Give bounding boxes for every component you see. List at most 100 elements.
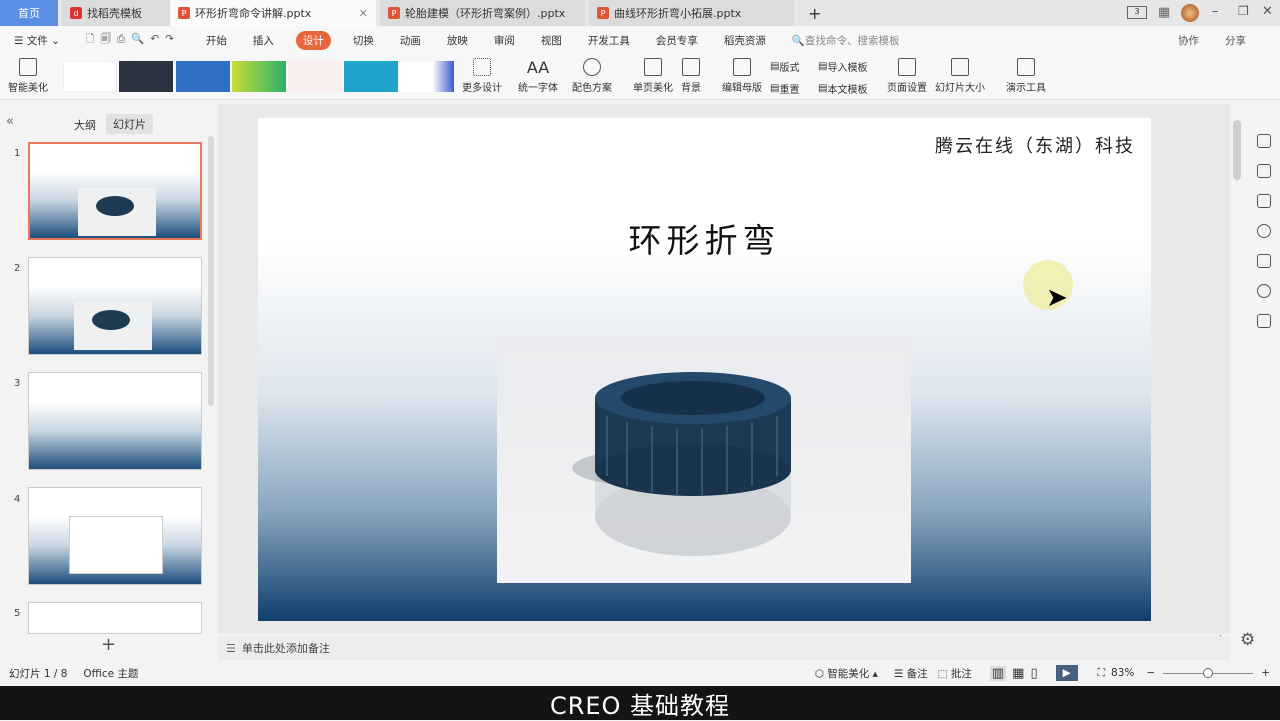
more-design-button[interactable]: 更多设计	[462, 58, 502, 94]
tab-label: 曲线环形折弯小拓展.pptx	[614, 7, 742, 20]
menu-member[interactable]: 会员专享	[652, 31, 702, 50]
image-icon[interactable]	[1257, 254, 1271, 268]
tab-doc-2[interactable]: P 轮胎建模（环形折弯案例）.pptx	[380, 0, 585, 26]
quick-access-icons[interactable]: 🗋🗐⎙🔍↶↷	[82, 29, 184, 51]
slide[interactable]: 腾云在线（东湖）科技 环形折弯 ➤	[258, 118, 1151, 621]
template-thumb[interactable]	[119, 61, 173, 92]
tab-active-doc[interactable]: P 环形折弯命令讲解.pptx ✕	[170, 0, 376, 26]
zoom-in-button[interactable]: +	[1261, 667, 1270, 679]
page-beautify-button[interactable]: 单页美化	[633, 58, 673, 94]
tab-label: 找稻壳模板	[87, 7, 142, 20]
search-input[interactable]: 🔍查找命令、搜索模板	[788, 31, 904, 50]
slide-thumb-4[interactable]	[28, 487, 202, 585]
collab-button[interactable]: 协作	[1174, 31, 1203, 50]
menu-animation[interactable]: 动画	[396, 31, 425, 50]
reset-button[interactable]: ▤ 重置	[770, 81, 799, 96]
normal-view-button[interactable]: ▥	[989, 665, 1007, 681]
color-scheme-button[interactable]: 配色方案	[572, 58, 612, 94]
share-button[interactable]: 分享	[1221, 31, 1250, 50]
settings-icon[interactable]	[1257, 134, 1271, 148]
comment-toggle[interactable]: ⬚ 批注	[938, 666, 972, 681]
template-thumb[interactable]	[344, 61, 398, 92]
notes-icon: ☰	[226, 641, 236, 655]
unify-font-button[interactable]: AA 统一字体	[518, 58, 558, 94]
minimize-button[interactable]: –	[1212, 4, 1219, 19]
zoom-slider[interactable]	[1163, 667, 1254, 678]
menu-review[interactable]: 审阅	[490, 31, 519, 50]
tab-template[interactable]: d 找稻壳模板	[62, 0, 170, 26]
tab-doc-3[interactable]: P 曲线环形折弯小拓展.pptx	[589, 0, 794, 26]
template-thumb[interactable]	[63, 61, 117, 92]
tire-image	[497, 336, 911, 583]
zoom-out-button[interactable]: −	[1146, 667, 1155, 679]
close-window-button[interactable]: ✕	[1262, 4, 1273, 19]
ppt-icon: P	[178, 7, 190, 19]
apps-icon[interactable]: ▦	[1158, 5, 1170, 20]
reading-view-button[interactable]: ▯	[1030, 666, 1037, 681]
menu-design[interactable]: 设计	[295, 30, 331, 50]
page-setup-button[interactable]: 页面设置	[887, 58, 927, 94]
smart-beautify-button[interactable]: 智能美化	[8, 58, 48, 94]
collapse-icon[interactable]: «	[6, 114, 14, 129]
help-icon[interactable]	[1257, 224, 1271, 238]
zoom-level[interactable]: 83%	[1111, 667, 1134, 679]
menu-docer[interactable]: 稻壳资源	[720, 31, 770, 50]
slide-thumb-2[interactable]	[28, 257, 202, 355]
text-template-button[interactable]: ▤ 本文模板	[818, 81, 867, 96]
template-thumb[interactable]	[232, 61, 286, 92]
slide-thumb-5[interactable]	[28, 602, 202, 634]
label: 单页美化	[633, 83, 673, 94]
background-button[interactable]: 背景	[681, 58, 701, 94]
play-button[interactable]: ▶	[1055, 665, 1078, 681]
tab-home[interactable]: 首页	[0, 0, 58, 26]
layout-button[interactable]: ▤ 版式	[770, 59, 799, 74]
menu-developer[interactable]: 开发工具	[584, 31, 634, 50]
label: 演示工具	[1006, 83, 1046, 94]
new-tab-button[interactable]: +	[800, 0, 821, 26]
notes-toggle[interactable]: ☰ 备注	[894, 666, 928, 681]
tab-label: 环形折弯命令讲解.pptx	[195, 7, 312, 20]
template-thumb[interactable]	[176, 61, 230, 92]
gear-icon[interactable]: ⚙	[1240, 630, 1255, 650]
location-icon[interactable]	[1257, 284, 1271, 298]
cube-icon	[19, 58, 37, 76]
slide-size-button[interactable]: 幻灯片大小	[935, 58, 985, 94]
menu-slideshow[interactable]: 放映	[443, 31, 472, 50]
template-thumb[interactable]	[400, 61, 454, 92]
slide-thumb-3[interactable]	[28, 372, 202, 470]
avatar[interactable]	[1181, 4, 1199, 22]
ppt-icon: P	[597, 7, 609, 19]
fit-icon[interactable]: ⛶	[1098, 667, 1105, 680]
maximize-button[interactable]: ❐	[1238, 4, 1249, 18]
background-icon	[682, 58, 700, 76]
label: 重置	[779, 85, 800, 96]
notes-area[interactable]: ☰ 单击此处添加备注	[218, 636, 1230, 660]
font-icon: AA	[526, 58, 550, 77]
slide-title: 环形折弯	[628, 221, 781, 260]
panel-scrollbar[interactable]	[208, 136, 214, 406]
tab-bar: 首页 d 找稻壳模板 P 环形折弯命令讲解.pptx ✕ P 轮胎建模（环形折弯案例）.…	[0, 0, 1280, 26]
label: 导入模板	[827, 63, 868, 74]
menu-view[interactable]: 视图	[537, 31, 566, 50]
star-icon[interactable]	[1257, 164, 1271, 178]
close-icon[interactable]: ✕	[359, 7, 368, 20]
tire-icon	[572, 372, 791, 556]
tab-outline[interactable]: 大纲	[74, 117, 96, 133]
import-template-button[interactable]: ▤ 导入模板	[818, 59, 867, 74]
tab-slides[interactable]: 幻灯片	[106, 114, 153, 134]
layout-icon[interactable]: 3	[1127, 6, 1147, 19]
copy-icon[interactable]	[1257, 194, 1271, 208]
read-icon[interactable]	[1257, 314, 1271, 328]
template-thumb[interactable]	[288, 61, 342, 92]
sorter-view-button[interactable]: ▦	[1012, 666, 1024, 681]
menu-insert[interactable]: 插入	[249, 31, 278, 50]
canvas-scrollbar[interactable]	[1233, 120, 1241, 180]
slide-thumb-1[interactable]	[28, 142, 202, 240]
smart-beautify-status[interactable]: ⬡ 智能美化 ▴	[815, 666, 878, 681]
edit-master-button[interactable]: 编辑母版	[722, 58, 762, 94]
menu-start[interactable]: 开始	[202, 31, 231, 50]
add-slide-button[interactable]: +	[101, 634, 116, 655]
file-menu[interactable]: ☰ 文件 ⌄	[10, 31, 64, 50]
menu-transition[interactable]: 切换	[349, 31, 378, 50]
presenter-tools-button[interactable]: 演示工具	[1006, 58, 1046, 94]
